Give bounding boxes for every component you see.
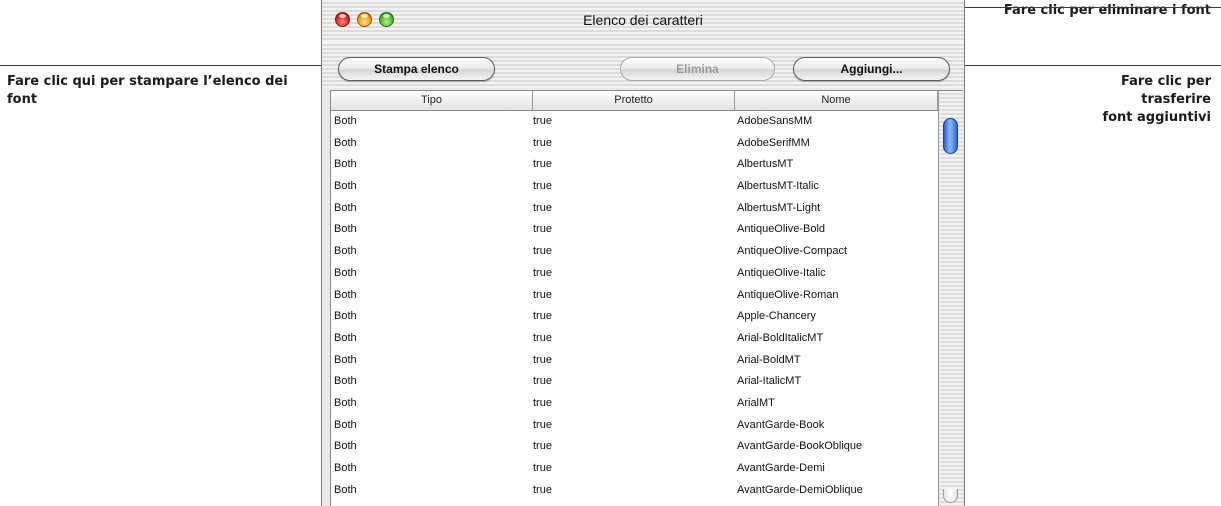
cell-protetto: true: [533, 310, 552, 323]
table-row[interactable]: Both true AvantGarde-Book: [331, 415, 938, 437]
cell-protetto: true: [533, 158, 552, 171]
callout-delete-fonts: Fare clic per eliminare i font: [1003, 3, 1211, 18]
cell-tipo: Both: [334, 266, 357, 279]
column-header-protetto[interactable]: Protetto: [533, 91, 735, 110]
table-row[interactable]: Both true Arial-BoldMT: [331, 350, 938, 372]
print-list-button[interactable]: Stampa elenco: [338, 57, 495, 81]
callout-print-list: Fare clic qui per stampare l’elenco dei …: [7, 74, 288, 107]
callout-add-line3: font aggiuntivi: [1102, 110, 1211, 125]
cell-nome: AvantGarde-Book: [737, 418, 825, 431]
callout-add-line2: trasferire: [1141, 92, 1211, 107]
cell-tipo: Both: [334, 115, 357, 127]
cell-nome: AvantGarde-BookOblique: [737, 440, 863, 453]
cell-tipo: Both: [334, 223, 357, 236]
leader-line-print: [0, 65, 337, 66]
cell-protetto: true: [533, 115, 552, 127]
cell-tipo: Both: [334, 288, 357, 301]
cell-tipo: Both: [334, 331, 357, 344]
cell-nome: AntiqueOlive-Italic: [737, 266, 826, 279]
window-title: Elenco dei caratteri: [583, 12, 703, 28]
column-header-nome[interactable]: Nome: [735, 91, 938, 110]
cell-nome: AlbertusMT-Italic: [737, 180, 819, 193]
cell-nome: AntiqueOlive-Bold: [737, 223, 826, 236]
table-body: Both true AdobeSansMM Both true AdobeSerifMM B…: [331, 111, 938, 501]
cell-protetto: true: [533, 201, 552, 214]
cell-nome: Apple-Chancery: [737, 310, 816, 323]
callout-add-line1: Fare clic per: [1120, 74, 1211, 89]
cell-tipo: Both: [334, 483, 357, 496]
cell-nome: Arial-BoldItalicMT: [737, 331, 824, 344]
cell-protetto: true: [533, 375, 552, 388]
cell-nome: AdobeSansMM: [737, 115, 813, 127]
cell-protetto: true: [533, 418, 552, 431]
cell-tipo: Both: [334, 462, 357, 474]
scroll-thumb[interactable]: [943, 118, 958, 154]
table-row[interactable]: Both true Apple-Chancery: [331, 306, 938, 328]
cell-protetto: true: [533, 396, 552, 409]
cell-protetto: true: [533, 245, 552, 258]
cell-protetto: true: [533, 440, 552, 453]
table-row[interactable]: Both true AlbertusMT-Italic: [331, 176, 938, 198]
cell-protetto: true: [533, 331, 552, 344]
cell-protetto: true: [533, 266, 552, 279]
table-row[interactable]: Both true AdobeSansMM: [331, 111, 938, 133]
cell-nome: AdobeSerifMM: [737, 136, 810, 149]
cell-nome: Arial-ItalicMT: [737, 375, 802, 388]
delete-button[interactable]: Elimina: [620, 57, 775, 81]
cell-nome: AvantGarde-DemiOblique: [737, 483, 863, 496]
table-row[interactable]: Both true AvantGarde-BookOblique: [331, 436, 938, 458]
cell-protetto: true: [533, 288, 552, 301]
table-row[interactable]: Both true Arial-ItalicMT: [331, 371, 938, 393]
table-header: Tipo Protetto Nome: [331, 91, 938, 111]
table-row[interactable]: Both true Arial-BoldItalicMT: [331, 328, 938, 350]
column-header-tipo[interactable]: Tipo: [331, 91, 533, 110]
table-row[interactable]: Both true AvantGarde-Demi: [331, 458, 938, 480]
cell-tipo: Both: [334, 353, 357, 366]
cell-nome: AntiqueOlive-Compact: [737, 245, 848, 258]
cell-protetto: true: [533, 483, 552, 496]
cell-tipo: Both: [334, 201, 357, 214]
table-row[interactable]: Both true AvantGarde-DemiOblique: [331, 480, 938, 502]
cell-protetto: true: [533, 180, 552, 193]
cell-tipo: Both: [334, 418, 357, 431]
table-row[interactable]: Both true AntiqueOlive-Compact: [331, 241, 938, 263]
cell-nome: AlbertusMT: [737, 158, 794, 171]
cell-tipo: Both: [334, 245, 357, 258]
cell-nome: AntiqueOlive-Roman: [737, 288, 839, 301]
cell-protetto: true: [533, 462, 552, 474]
font-list-window: Elenco dei caratteri Stampa elenco Elimi…: [321, 0, 965, 506]
cell-nome: AlbertusMT-Light: [737, 201, 821, 214]
callout-add-fonts: Fare clic per trasferire font aggiuntivi: [1030, 73, 1211, 127]
scroll-track-end: [943, 489, 958, 503]
cell-tipo: Both: [334, 310, 357, 323]
cell-tipo: Both: [334, 180, 357, 193]
title-bar[interactable]: Elenco dei caratteri: [322, 0, 964, 42]
table-row[interactable]: Both true AntiqueOlive-Bold: [331, 219, 938, 241]
cell-nome: AvantGarde-Demi: [737, 462, 825, 474]
vertical-scrollbar[interactable]: [938, 91, 963, 506]
table-row[interactable]: Both true AdobeSerifMM: [331, 133, 938, 155]
add-button[interactable]: Aggiungi...: [793, 57, 950, 81]
cell-tipo: Both: [334, 136, 357, 149]
font-table: Tipo Protetto Nome Both true AdobeSansMM Bo…: [330, 90, 963, 506]
cell-tipo: Both: [334, 440, 357, 453]
table-row[interactable]: Both true ArialMT: [331, 393, 938, 415]
table-row[interactable]: Both true AntiqueOlive-Roman: [331, 285, 938, 307]
cell-protetto: true: [533, 223, 552, 236]
toolbar: Stampa elenco Elimina Aggiungi...: [322, 42, 964, 88]
leader-line-add: [944, 65, 1221, 66]
cell-protetto: true: [533, 136, 552, 149]
cell-nome: ArialMT: [737, 396, 775, 409]
table-row[interactable]: Both true AntiqueOlive-Italic: [331, 263, 938, 285]
cell-nome: Arial-BoldMT: [737, 353, 801, 366]
table-row[interactable]: Both true AlbertusMT: [331, 154, 938, 176]
cell-tipo: Both: [334, 396, 357, 409]
table-row[interactable]: Both true AlbertusMT-Light: [331, 198, 938, 220]
cell-protetto: true: [533, 353, 552, 366]
cell-tipo: Both: [334, 375, 357, 388]
cell-tipo: Both: [334, 158, 357, 171]
